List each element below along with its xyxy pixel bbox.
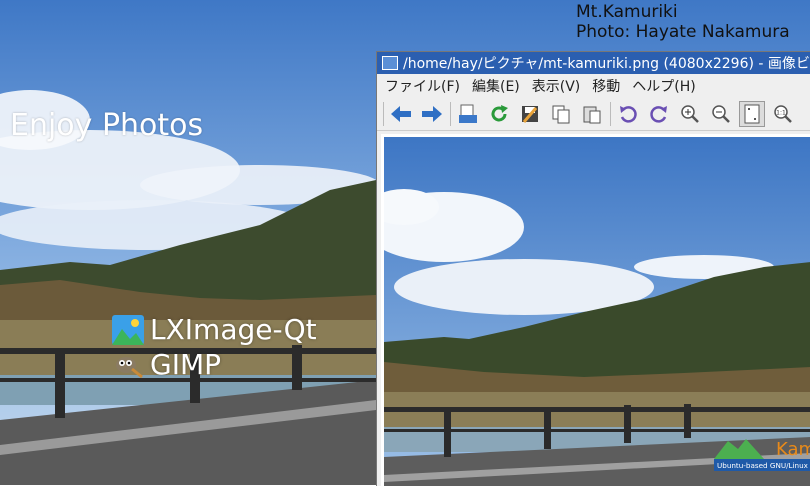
open-file-icon bbox=[459, 104, 477, 123]
rotate-ccw-button[interactable] bbox=[615, 101, 641, 127]
menu-file[interactable]: ファイル(F) bbox=[385, 76, 460, 96]
distro-watermark: Kam Ubuntu-based GNU/Linux Op bbox=[714, 435, 810, 479]
back-icon bbox=[391, 106, 411, 122]
toolbar: 1:1 bbox=[377, 98, 810, 131]
forward-button[interactable] bbox=[419, 101, 445, 127]
menu-edit[interactable]: 編集(E) bbox=[472, 76, 520, 96]
menu-go[interactable]: 移動 bbox=[592, 76, 620, 96]
caption-title: Mt.Kamuriki bbox=[576, 2, 678, 22]
photo-mt-kamuriki bbox=[384, 137, 810, 486]
photo-caption: Mt.Kamuriki Photo: Hayate Nakamura bbox=[576, 2, 790, 42]
zoom-original-button[interactable]: 1:1 bbox=[770, 101, 796, 127]
lximage-icon bbox=[112, 314, 144, 345]
paste-button[interactable] bbox=[579, 101, 605, 127]
zoom-out-icon bbox=[712, 105, 730, 123]
fit-page-icon bbox=[744, 104, 760, 124]
launcher-label: LXImage-Qt bbox=[150, 313, 317, 346]
image-viewer-window: /home/hay/ピクチャ/mt-kamuriki.png (4080x229… bbox=[376, 51, 810, 486]
svg-text:Ubuntu-based GNU/Linux Op: Ubuntu-based GNU/Linux Op bbox=[717, 461, 810, 470]
svg-text:1:1: 1:1 bbox=[776, 110, 786, 117]
paste-icon bbox=[583, 106, 601, 124]
mountain-logo-icon: Kam Ubuntu-based GNU/Linux Op bbox=[714, 439, 810, 471]
reload-icon bbox=[491, 105, 508, 122]
rotate-ccw-icon bbox=[620, 106, 637, 123]
displayed-photo: Kam Ubuntu-based GNU/Linux Op bbox=[384, 137, 810, 486]
open-file-button[interactable] bbox=[455, 101, 481, 127]
desktop-launcher-lximage[interactable]: LXImage-Qt bbox=[112, 313, 317, 346]
toolbar-handle bbox=[383, 102, 384, 126]
gimp-icon bbox=[116, 356, 143, 378]
window-title: /home/hay/ピクチャ/mt-kamuriki.png (4080x229… bbox=[403, 56, 810, 72]
desktop-launcher-gimp[interactable]: GIMP bbox=[112, 348, 221, 381]
zoom-out-button[interactable] bbox=[708, 101, 734, 127]
toolbar-separator bbox=[610, 102, 611, 126]
rotate-cw-icon bbox=[650, 106, 667, 123]
caption-credit: Photo: Hayate Nakamura bbox=[576, 22, 790, 42]
rotate-cw-button[interactable] bbox=[646, 101, 672, 127]
save-button[interactable] bbox=[517, 101, 543, 127]
zoom-in-icon bbox=[681, 105, 699, 123]
reload-button[interactable] bbox=[486, 101, 512, 127]
launcher-label: GIMP bbox=[150, 348, 221, 381]
window-titlebar[interactable]: /home/hay/ピクチャ/mt-kamuriki.png (4080x229… bbox=[377, 52, 810, 74]
copy-button[interactable] bbox=[548, 101, 574, 127]
save-icon bbox=[522, 106, 538, 123]
menu-view[interactable]: 表示(V) bbox=[532, 76, 581, 96]
back-button[interactable] bbox=[388, 101, 414, 127]
window-app-icon bbox=[382, 56, 398, 70]
fit-page-button[interactable] bbox=[739, 101, 765, 127]
zoom-original-icon: 1:1 bbox=[774, 105, 792, 123]
zoom-in-button[interactable] bbox=[677, 101, 703, 127]
menu-help[interactable]: ヘルプ(H) bbox=[632, 76, 695, 96]
svg-text:Kam: Kam bbox=[776, 439, 810, 460]
image-view-area[interactable]: Kam Ubuntu-based GNU/Linux Op bbox=[381, 134, 810, 486]
toolbar-separator bbox=[450, 102, 451, 126]
menu-bar: ファイル(F) 編集(E) 表示(V) 移動 ヘルプ(H) bbox=[377, 74, 810, 98]
copy-icon bbox=[552, 105, 570, 124]
forward-icon bbox=[422, 106, 442, 122]
desktop-heading: Enjoy Photos bbox=[10, 108, 204, 143]
